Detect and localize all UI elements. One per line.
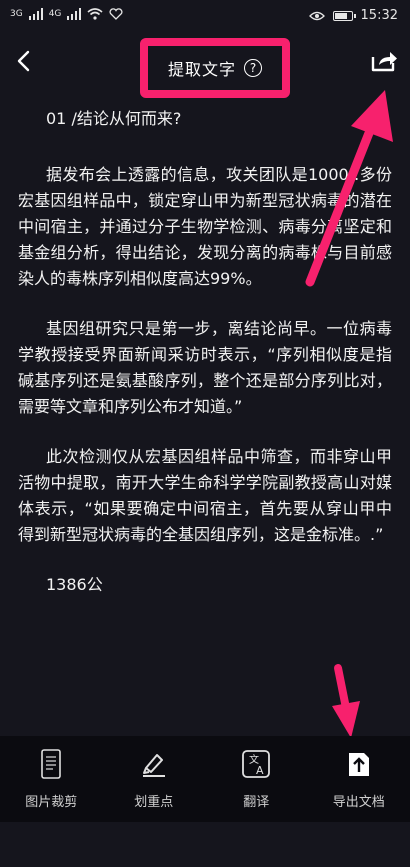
signal-bars-icon-2 (67, 8, 82, 20)
tool-translate[interactable]: 文 A 翻译 (205, 736, 308, 822)
tool-label-image-crop: 图片裁剪 (25, 794, 78, 810)
tool-highlight[interactable]: 划重点 (103, 736, 206, 822)
status-time: 15:32 (360, 8, 398, 23)
tool-label-highlight: 划重点 (134, 794, 174, 810)
status-right: 15:32 (308, 8, 398, 23)
header: 提取文字 ? (0, 36, 410, 98)
bottom-toolbar: 图片裁剪 划重点 文 A 翻译 导出文档 (0, 736, 410, 822)
image-crop-icon (36, 748, 66, 779)
share-icon (371, 52, 397, 72)
status-left: 3G 4G (10, 8, 123, 20)
tool-export-document[interactable]: 导出文档 (308, 736, 410, 822)
heart-health-icon (109, 8, 123, 20)
export-document-icon (344, 749, 374, 779)
signal-3g-label: 3G (10, 9, 23, 19)
title-highlight-box: 提取文字 ? (140, 38, 290, 98)
tool-label-translate: 翻译 (243, 794, 270, 810)
page-title: 提取文字 (167, 60, 236, 79)
paragraph-1: 据发布会上透露的信息，攻关团队是1000 .多份宏基因组样品中，锁定穿山甲为新型… (18, 165, 392, 288)
wifi-icon (87, 8, 103, 20)
eye-comfort-icon (308, 11, 325, 20)
bottom-spacer (0, 822, 410, 867)
svg-text:A: A (256, 764, 264, 777)
section-title: 01 /结论从何而来? (46, 109, 182, 128)
arrow-to-export-button (332, 664, 360, 738)
help-icon[interactable]: ? (244, 59, 262, 77)
translate-icon: 文 A (241, 749, 271, 779)
extracted-text-content: 01 /结论从何而来? 据发布会上透露的信息，攻关团队是1000 .多份宏基因组… (18, 106, 392, 614)
paragraph-4-partial: 1386公 (46, 575, 103, 594)
battery-icon (332, 10, 356, 21)
chevron-left-icon (17, 50, 30, 72)
status-bar: 3G 4G 15:32 (0, 0, 410, 36)
paragraph-2: 基因组研究只是第一步，离结论尚早。一位病毒学教授接受界面新闻采访时表示，“序列相… (18, 319, 392, 416)
tool-label-export-document: 导出文档 (332, 794, 385, 810)
screen: 3G 4G 15:32 提取文字 ? 01 /结论从何而来? 据发布会上透露的信… (0, 0, 410, 867)
paragraph-3: 此次检测仅从宏基因组样品中筛查，而非穿山甲活物中提取，南开大学生命科学学院副教授… (18, 447, 392, 544)
tool-image-crop[interactable]: 图片裁剪 (0, 736, 103, 822)
highlight-pen-icon (139, 749, 169, 779)
signal-4g-label: 4G (48, 9, 62, 19)
signal-bars-icon (28, 8, 43, 20)
share-export-button[interactable] (368, 46, 400, 76)
back-button[interactable] (8, 46, 38, 76)
